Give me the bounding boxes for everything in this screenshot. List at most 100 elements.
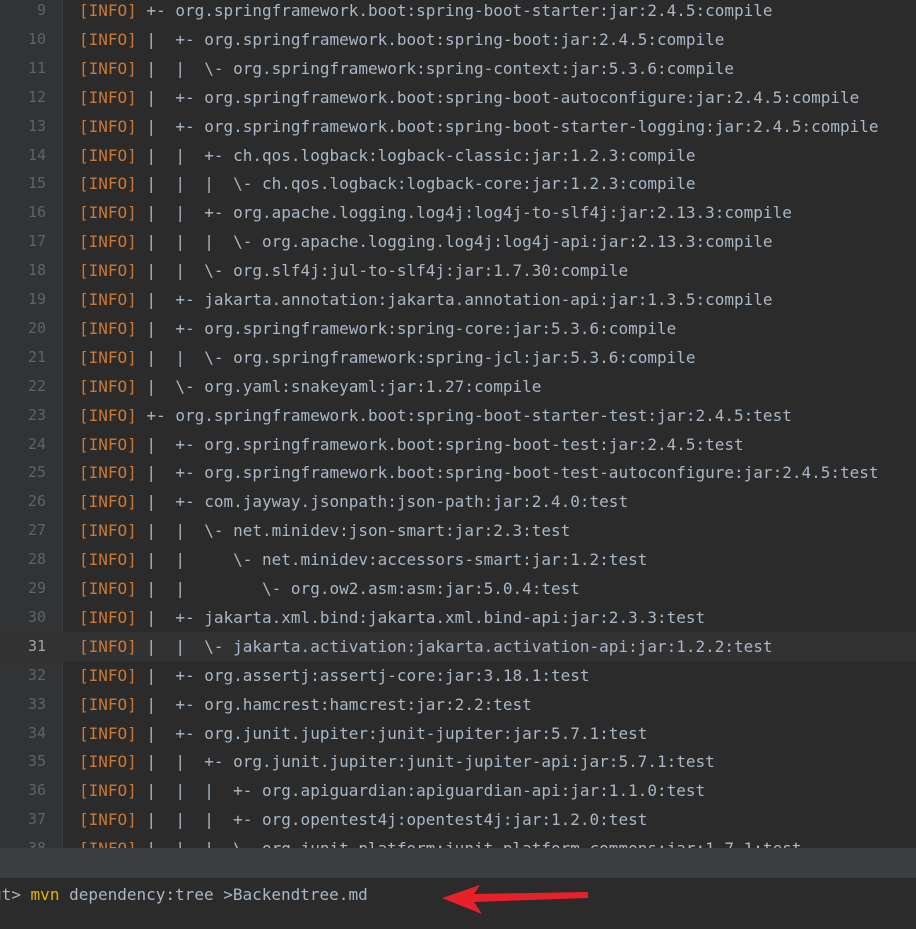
info-tag: [INFO] bbox=[79, 145, 137, 165]
code-line[interactable]: 28 [INFO] | | \- net.minidev:accessors-sm… bbox=[0, 545, 916, 574]
dependency-text: | | \- net.minidev:json-smart:jar:2.3:te… bbox=[136, 521, 571, 541]
info-tag: [INFO] bbox=[79, 376, 137, 396]
info-tag: [INFO] bbox=[79, 405, 137, 425]
line-number: 15 bbox=[27, 174, 46, 193]
code-line[interactable]: 21 [INFO] | | \- org.springframework:spri… bbox=[0, 343, 916, 372]
line-content: [INFO] | +- org.hamcrest:hamcrest:jar:2.… bbox=[79, 690, 532, 719]
code-line[interactable]: 14 [INFO] | | +- ch.qos.logback:logback-c… bbox=[0, 141, 916, 170]
code-line[interactable]: 33 [INFO] | +- org.hamcrest:hamcrest:jar:… bbox=[0, 690, 916, 719]
line-number: 17 bbox=[27, 232, 46, 251]
code-line[interactable]: 23 [INFO] +- org.springframework.boot:spr… bbox=[0, 401, 916, 430]
code-line[interactable]: 10 [INFO] | +- org.springframework.boot:s… bbox=[0, 25, 916, 54]
code-line[interactable]: 35 [INFO] | | +- org.junit.jupiter:junit-… bbox=[0, 747, 916, 776]
red-arrow-icon bbox=[442, 885, 588, 914]
code-line[interactable]: 37 [INFO] | | | +- org.opentest4j:opentes… bbox=[0, 805, 916, 834]
line-number: 26 bbox=[27, 492, 46, 511]
info-tag: [INFO] bbox=[79, 492, 137, 512]
line-number: 33 bbox=[27, 694, 46, 713]
info-tag: [INFO] bbox=[79, 116, 137, 136]
code-line[interactable]: 27 [INFO] | | \- net.minidev:json-smart:j… bbox=[0, 516, 916, 545]
dependency-text: | +- org.springframework:spring-core:jar… bbox=[136, 318, 677, 338]
code-editor[interactable]: 9 [INFO] +- org.springframework.boot:spri… bbox=[0, 0, 916, 850]
line-content: [INFO] | +- org.springframework.boot:spr… bbox=[79, 25, 724, 54]
dependency-text: | | | \- ch.qos.logback:logback-core:jar… bbox=[136, 174, 696, 194]
code-line[interactable]: 12 [INFO] | +- org.springframework.boot:s… bbox=[0, 83, 916, 112]
line-content: [INFO] | | +- org.apache.logging.log4j:l… bbox=[79, 198, 792, 227]
horizontal-scrollbar[interactable] bbox=[0, 848, 916, 878]
dependency-text: | +- jakarta.annotation:jakarta.annotati… bbox=[136, 290, 773, 309]
code-line[interactable]: 26 [INFO] | +- com.jayway.jsonpath:json-p… bbox=[0, 487, 916, 516]
line-number: 37 bbox=[27, 810, 46, 829]
info-tag: [INFO] bbox=[79, 607, 137, 627]
dependency-text: | | +- org.junit.jupiter:junit-jupiter-a… bbox=[136, 752, 715, 772]
line-content: [INFO] | +- jakarta.annotation:jakarta.a… bbox=[79, 285, 773, 314]
code-line[interactable]: 16 [INFO] | | +- org.apache.logging.log4j… bbox=[0, 198, 916, 227]
terminal-command-mvn: mvn bbox=[30, 885, 60, 904]
code-line[interactable]: 15 [INFO] | | | \- ch.qos.logback:logback… bbox=[0, 169, 916, 198]
code-line[interactable]: 13 [INFO] | +- org.springframework.boot:s… bbox=[0, 112, 916, 141]
info-tag: [INFO] bbox=[79, 723, 137, 743]
line-content: [INFO] | | \- org.ow2.asm:asm:jar:5.0.4:… bbox=[79, 574, 580, 603]
info-tag: [INFO] bbox=[79, 1, 137, 20]
code-line[interactable]: 20 [INFO] | +- org.springframework:spring… bbox=[0, 314, 916, 343]
dependency-text: | +- org.assertj:assertj-core:jar:3.18.1… bbox=[136, 665, 590, 685]
dependency-text: | | \- jakarta.activation:jakarta.activa… bbox=[136, 636, 773, 656]
line-content: [INFO] | | \- org.springframework:spring… bbox=[79, 54, 734, 83]
code-line[interactable]: 9 [INFO] +- org.springframework.boot:spri… bbox=[0, 0, 916, 25]
line-number: 23 bbox=[27, 405, 46, 424]
code-line[interactable]: 22 [INFO] | \- org.yaml:snakeyaml:jar:1.2… bbox=[0, 372, 916, 401]
code-line[interactable]: 30 [INFO] | +- jakarta.xml.bind:jakarta.x… bbox=[0, 603, 916, 632]
line-number: 24 bbox=[27, 434, 46, 453]
terminal-prompt: ut> bbox=[0, 885, 21, 904]
line-content: [INFO] | +- org.springframework.boot:spr… bbox=[79, 430, 744, 459]
info-tag: [INFO] bbox=[79, 174, 137, 194]
line-number: 14 bbox=[27, 145, 46, 164]
line-content: [INFO] | | | \- ch.qos.logback:logback-c… bbox=[79, 169, 696, 198]
info-tag: [INFO] bbox=[79, 636, 137, 656]
dependency-text: | | \- org.springframework:spring-jcl:ja… bbox=[136, 347, 696, 367]
code-line[interactable]: 11 [INFO] | | \- org.springframework:spri… bbox=[0, 54, 916, 83]
line-number: 18 bbox=[27, 261, 46, 280]
line-number: 29 bbox=[27, 579, 46, 597]
line-number: 16 bbox=[27, 203, 46, 222]
code-line[interactable]: 31 [INFO] | | \- jakarta.activation:jakar… bbox=[0, 631, 916, 661]
line-content: [INFO] +- org.springframework.boot:sprin… bbox=[79, 401, 792, 430]
code-line[interactable]: 19 [INFO] | +- jakarta.annotation:jakarta… bbox=[0, 285, 916, 314]
line-number: 11 bbox=[27, 58, 46, 77]
dependency-text: | | \- org.ow2.asm:asm:jar:5.0.4:test bbox=[136, 579, 580, 598]
info-tag: [INFO] bbox=[79, 550, 137, 570]
code-line[interactable]: 24 [INFO] | +- org.springframework.boot:s… bbox=[0, 430, 916, 459]
code-line[interactable]: 17 [INFO] | | | \- org.apache.logging.log… bbox=[0, 227, 916, 256]
line-content: [INFO] | | | +- org.apiguardian:apiguard… bbox=[79, 776, 705, 805]
line-content: [INFO] | | \- jakarta.activation:jakarta… bbox=[79, 632, 773, 661]
dependency-text: +- org.springframework.boot:spring-boot-… bbox=[136, 1, 773, 20]
dependency-text: | | | \- org.apache.logging.log4j:log4j-… bbox=[136, 232, 773, 252]
dependency-text: | | \- org.slf4j:jul-to-slf4j:jar:1.7.30… bbox=[136, 261, 629, 281]
line-content: [INFO] | +- jakarta.xml.bind:jakarta.xml… bbox=[79, 603, 705, 632]
code-line[interactable]: 36 [INFO] | | | +- org.apiguardian:apigua… bbox=[0, 776, 916, 805]
line-number: 28 bbox=[27, 550, 46, 569]
line-content: [INFO] | | | +- org.opentest4j:opentest4… bbox=[79, 805, 647, 834]
info-tag: [INFO] bbox=[79, 290, 137, 309]
code-line[interactable]: 32 [INFO] | +- org.assertj:assertj-core:j… bbox=[0, 661, 916, 690]
code-line[interactable]: 29 [INFO] | | \- org.ow2.asm:asm:jar:5.0.… bbox=[0, 574, 916, 603]
code-line[interactable]: 18 [INFO] | | \- org.slf4j:jul-to-slf4j:j… bbox=[0, 256, 916, 285]
dependency-text: | +- org.springframework.boot:spring-boo… bbox=[136, 29, 725, 49]
code-line[interactable]: 34 [INFO] | +- org.junit.jupiter:junit-ju… bbox=[0, 719, 916, 748]
code-line[interactable]: 25 [INFO] | +- org.springframework.boot:s… bbox=[0, 458, 916, 487]
info-tag: [INFO] bbox=[79, 665, 137, 685]
info-tag: [INFO] bbox=[79, 261, 137, 281]
dependency-text: | | +- ch.qos.logback:logback-classic:ja… bbox=[136, 145, 696, 165]
info-tag: [INFO] bbox=[79, 318, 137, 338]
dependency-text: | +- org.springframework.boot:spring-boo… bbox=[136, 87, 860, 107]
info-tag: [INFO] bbox=[79, 232, 137, 252]
line-number: 20 bbox=[27, 318, 46, 337]
terminal-command-line[interactable]: ut> mvn dependency:tree >Backendtree.md bbox=[0, 881, 368, 909]
info-tag: [INFO] bbox=[79, 58, 137, 78]
dependency-text: | +- com.jayway.jsonpath:json-path:jar:2… bbox=[136, 492, 629, 512]
terminal-command-args: dependency:tree >Backendtree.md bbox=[59, 885, 368, 904]
line-content: [INFO] | +- org.assertj:assertj-core:jar… bbox=[79, 661, 590, 690]
line-content: [INFO] | \- org.yaml:snakeyaml:jar:1.27:… bbox=[79, 372, 541, 401]
line-content: [INFO] | | +- org.junit.jupiter:junit-ju… bbox=[79, 747, 715, 776]
line-number: 36 bbox=[27, 781, 46, 800]
